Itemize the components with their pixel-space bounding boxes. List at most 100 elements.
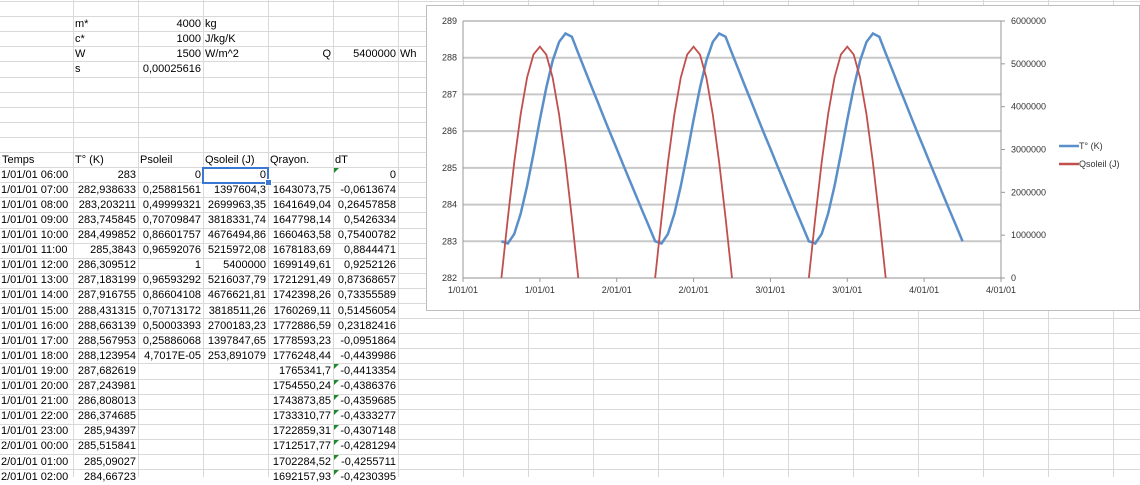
column-header[interactable]: Qsoleil (J) bbox=[203, 153, 268, 168]
data-cell[interactable]: 0,49999321 bbox=[138, 198, 203, 213]
data-cell[interactable]: 287,916755 bbox=[73, 288, 138, 303]
data-cell[interactable]: -0,4281294 bbox=[333, 439, 398, 454]
data-cell[interactable]: 285,3843 bbox=[73, 243, 138, 258]
time-cell[interactable]: 1/01/01 15:00 bbox=[0, 304, 73, 319]
param-value[interactable]: 1500 bbox=[138, 47, 203, 62]
time-cell[interactable]: 1/01/01 11:00 bbox=[0, 243, 73, 258]
time-cell[interactable]: 1/01/01 19:00 bbox=[0, 364, 73, 379]
data-cell[interactable]: 1754550,24 bbox=[268, 379, 333, 394]
data-cell[interactable]: 1712517,77 bbox=[268, 439, 333, 454]
data-cell[interactable]: 287,183199 bbox=[73, 273, 138, 288]
data-cell[interactable]: 0,86604108 bbox=[138, 288, 203, 303]
param-label[interactable]: s bbox=[73, 62, 138, 77]
data-cell[interactable]: 0,23182416 bbox=[333, 319, 398, 334]
data-cell[interactable]: 5400000 bbox=[203, 258, 268, 273]
data-cell[interactable]: 1760269,11 bbox=[268, 304, 333, 319]
data-cell[interactable]: 0,9252126 bbox=[333, 258, 398, 273]
time-cell[interactable]: 1/01/01 06:00 bbox=[0, 168, 73, 183]
data-cell[interactable]: 1397847,65 bbox=[203, 334, 268, 349]
data-cell[interactable]: 0,26457858 bbox=[333, 198, 398, 213]
data-cell[interactable]: 1643073,75 bbox=[268, 183, 333, 198]
data-cell[interactable]: 1776248,44 bbox=[268, 349, 333, 364]
data-cell[interactable]: 1647798,14 bbox=[268, 213, 333, 228]
time-cell[interactable]: 2/01/01 02:00 bbox=[0, 470, 73, 485]
chart[interactable]: 282 283 284 285 286 287 288 289 0 1000000 2000000 3… bbox=[426, 5, 1140, 311]
data-cell[interactable]: 1641649,04 bbox=[268, 198, 333, 213]
column-header[interactable]: Psoleil bbox=[138, 153, 203, 168]
time-cell[interactable]: 1/01/01 17:00 bbox=[0, 334, 73, 349]
data-cell[interactable]: 0,70709847 bbox=[138, 213, 203, 228]
data-cell[interactable]: 285,09027 bbox=[73, 455, 138, 470]
data-cell[interactable]: 1692157,93 bbox=[268, 470, 333, 485]
time-cell[interactable]: 1/01/01 20:00 bbox=[0, 379, 73, 394]
param-value[interactable]: 1000 bbox=[138, 32, 203, 47]
data-cell[interactable]: 0,25886068 bbox=[138, 334, 203, 349]
data-cell[interactable]: -0,4255711 bbox=[333, 455, 398, 470]
data-cell[interactable]: 5216037,79 bbox=[203, 273, 268, 288]
time-cell[interactable]: 1/01/01 16:00 bbox=[0, 319, 73, 334]
fill-handle[interactable] bbox=[265, 179, 272, 187]
data-cell[interactable]: 284,66723 bbox=[73, 470, 138, 485]
data-cell[interactable]: 0,25881561 bbox=[138, 183, 203, 198]
data-cell[interactable]: 284,499852 bbox=[73, 228, 138, 243]
q-value[interactable]: 5400000 bbox=[333, 47, 398, 62]
data-cell[interactable]: 1678183,69 bbox=[268, 243, 333, 258]
data-cell[interactable]: -0,4307148 bbox=[333, 424, 398, 439]
data-cell[interactable]: 5215972,08 bbox=[203, 243, 268, 258]
q-label[interactable]: Q bbox=[268, 47, 333, 62]
param-unit[interactable]: J/kg/K bbox=[203, 32, 268, 47]
param-unit[interactable]: kg bbox=[203, 17, 268, 32]
column-header[interactable]: T° (K) bbox=[73, 153, 138, 168]
data-cell[interactable]: 0 bbox=[138, 168, 203, 183]
data-cell[interactable]: 0,51456054 bbox=[333, 304, 398, 319]
column-header[interactable]: Qrayon. bbox=[268, 153, 333, 168]
time-cell[interactable]: 1/01/01 08:00 bbox=[0, 198, 73, 213]
data-cell[interactable]: 288,567953 bbox=[73, 334, 138, 349]
time-cell[interactable]: 1/01/01 12:00 bbox=[0, 258, 73, 273]
data-cell[interactable]: 285,94397 bbox=[73, 424, 138, 439]
data-cell[interactable]: 1778593,23 bbox=[268, 334, 333, 349]
data-cell[interactable]: -0,0613674 bbox=[333, 183, 398, 198]
data-cell[interactable]: -0,0951864 bbox=[333, 334, 398, 349]
time-cell[interactable]: 1/01/01 07:00 bbox=[0, 183, 73, 198]
param-label[interactable]: W bbox=[73, 47, 138, 62]
time-cell[interactable]: 1/01/01 13:00 bbox=[0, 273, 73, 288]
data-cell[interactable]: 2699963,35 bbox=[203, 198, 268, 213]
data-cell[interactable]: 4676494,86 bbox=[203, 228, 268, 243]
time-cell[interactable]: 1/01/01 14:00 bbox=[0, 288, 73, 303]
data-cell[interactable]: 2700183,23 bbox=[203, 319, 268, 334]
time-cell[interactable]: 2/01/01 01:00 bbox=[0, 455, 73, 470]
selected-cell[interactable]: 0 bbox=[202, 166, 269, 184]
data-cell[interactable]: 0,96592076 bbox=[138, 243, 203, 258]
time-cell[interactable]: 1/01/01 09:00 bbox=[0, 213, 73, 228]
data-cell[interactable]: 1742398,26 bbox=[268, 288, 333, 303]
param-value[interactable]: 4000 bbox=[138, 17, 203, 32]
data-cell[interactable]: -0,4230395 bbox=[333, 470, 398, 485]
data-cell[interactable]: 1772886,59 bbox=[268, 319, 333, 334]
data-cell[interactable]: -0,4439986 bbox=[333, 349, 398, 364]
data-cell[interactable]: 3818511,26 bbox=[203, 304, 268, 319]
data-cell[interactable]: 282,938633 bbox=[73, 183, 138, 198]
data-cell[interactable]: -0,4333277 bbox=[333, 409, 398, 424]
data-cell[interactable]: 1699149,61 bbox=[268, 258, 333, 273]
data-cell[interactable]: 1660463,58 bbox=[268, 228, 333, 243]
column-header[interactable]: dT bbox=[333, 153, 398, 168]
data-cell[interactable]: 253,891079 bbox=[203, 349, 268, 364]
data-cell[interactable]: 1397604,3 bbox=[203, 183, 268, 198]
data-cell[interactable]: 288,123954 bbox=[73, 349, 138, 364]
data-cell[interactable]: 287,682619 bbox=[73, 364, 138, 379]
data-cell[interactable]: 0,50003393 bbox=[138, 319, 203, 334]
data-cell[interactable]: 1733310,77 bbox=[268, 409, 333, 424]
data-cell[interactable]: 1721291,49 bbox=[268, 273, 333, 288]
time-cell[interactable]: 1/01/01 23:00 bbox=[0, 424, 73, 439]
data-cell[interactable]: 0,75400782 bbox=[333, 228, 398, 243]
param-label[interactable]: m* bbox=[73, 17, 138, 32]
data-cell[interactable]: -0,4413354 bbox=[333, 364, 398, 379]
time-cell[interactable]: 1/01/01 22:00 bbox=[0, 409, 73, 424]
data-cell[interactable]: 1702284,52 bbox=[268, 455, 333, 470]
time-cell[interactable]: 2/01/01 00:00 bbox=[0, 439, 73, 454]
data-cell[interactable]: 286,374685 bbox=[73, 409, 138, 424]
data-cell[interactable]: 1722859,31 bbox=[268, 424, 333, 439]
data-cell[interactable]: 0,86601757 bbox=[138, 228, 203, 243]
data-cell[interactable]: 3818331,74 bbox=[203, 213, 268, 228]
